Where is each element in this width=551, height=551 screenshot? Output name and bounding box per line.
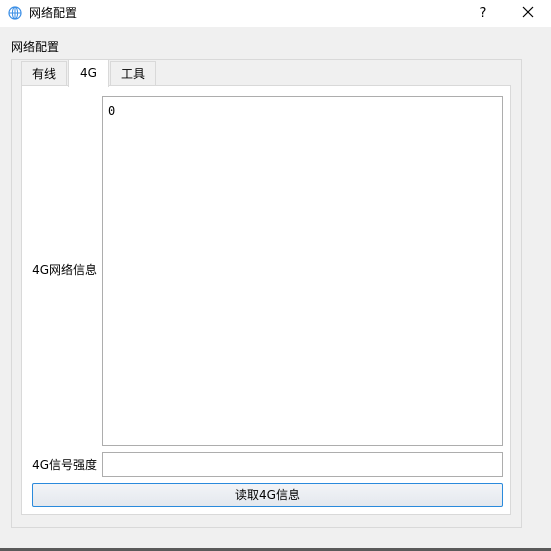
close-button[interactable] <box>510 0 546 27</box>
help-button[interactable]: ? <box>469 0 497 27</box>
read-4g-info-button[interactable]: 读取4G信息 <box>32 483 503 507</box>
network-globe-icon <box>8 6 22 20</box>
tab-wired[interactable]: 有线 <box>21 61 67 86</box>
signal-label: 4G信号强度 <box>32 458 97 472</box>
tab-4g[interactable]: 4G <box>68 59 109 87</box>
close-icon <box>522 6 534 21</box>
tab-tools[interactable]: 工具 <box>110 61 156 86</box>
info-label: 4G网络信息 <box>32 263 97 277</box>
signal-strength-input[interactable] <box>102 452 503 477</box>
network-info-textarea[interactable]: 0 <box>102 96 503 446</box>
window-title: 网络配置 <box>29 6 78 20</box>
title-bar: 网络配置 ? <box>0 0 551 27</box>
group-title: 网络配置 <box>11 40 60 54</box>
